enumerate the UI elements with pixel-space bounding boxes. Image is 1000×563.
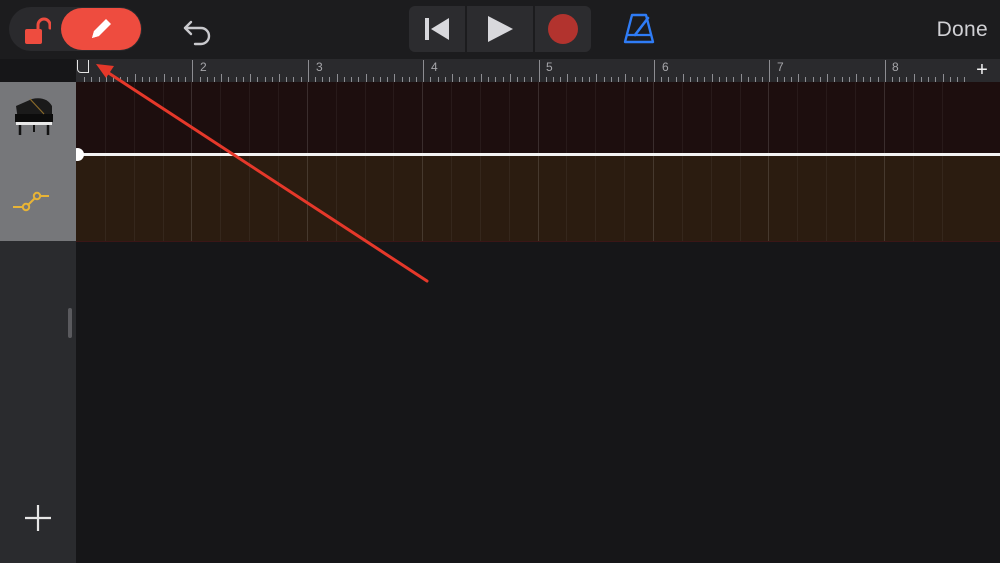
grid-line [883,82,885,241]
empty-tracks-area [76,242,1000,563]
bar-number: 4 [431,60,438,74]
playhead-handle[interactable] [77,60,89,73]
track-sidebar [0,82,76,563]
sidebar-resize-handle[interactable] [68,308,72,338]
automation-line[interactable] [76,153,1000,156]
add-track-button[interactable] [22,502,54,534]
grid-line [941,82,943,241]
grid-line [681,82,683,241]
ruler-tick [654,60,655,82]
undo-icon[interactable] [181,13,215,47]
ruler-tick [250,74,252,82]
transport-controls [409,6,591,52]
grand-piano-icon [12,96,56,136]
ruler-tick [365,74,367,82]
ruler-tick [336,74,338,82]
ruler-tick [827,74,829,82]
ruler-tick [509,74,511,82]
grid-line [104,82,106,241]
edit-mode-group [9,7,142,51]
automation-edit-button[interactable] [61,8,141,50]
grid-line [393,82,395,241]
grid-line [451,82,453,241]
pencil-icon [92,19,111,38]
grid-line [162,82,164,241]
bar-number: 5 [546,60,553,74]
track-lane-piano[interactable] [76,82,1000,241]
grid-line [306,82,308,241]
automation-curve-icon[interactable] [13,189,49,213]
add-section-button[interactable]: + [972,59,992,81]
grid-line [249,82,251,241]
grid-line [508,82,510,241]
grid-line [220,82,222,241]
grid-line [364,82,366,241]
bar-number: 2 [200,60,207,74]
bar-number: 7 [777,60,784,74]
bar-number: 6 [662,60,669,74]
ruler-tick [538,60,540,82]
ruler-tick [769,60,771,82]
timeline-ruler[interactable]: 2 3 4 5 6 7 8 + [76,59,1000,82]
grid-line [854,82,856,241]
ruler-tick [711,74,713,82]
grid-line [826,82,828,241]
play-icon [488,16,513,42]
ruler-tick [798,74,800,82]
grid-line [422,82,424,241]
grid-line [335,82,337,241]
done-button[interactable]: Done [937,18,988,42]
play-button[interactable] [467,6,533,52]
metronome-icon[interactable] [622,12,656,46]
ruler-tick [394,74,396,82]
ruler-tick [740,74,742,82]
grid-line [479,82,481,241]
ruler-tick [221,74,223,82]
grid-line [191,82,193,241]
grid-line [277,82,279,241]
plus-icon [25,505,51,531]
ruler-tick [192,60,194,82]
record-icon [548,14,578,44]
rewind-to-start-icon [425,18,449,40]
grid-line [624,82,626,241]
grid-line [595,82,597,241]
go-to-beginning-button[interactable] [409,6,465,52]
bar-number: 3 [316,60,323,74]
ruler-tick [423,60,425,82]
top-toolbar: Done [0,0,1000,59]
ruler-tick [134,74,136,82]
grid-line [710,82,712,241]
ruler-tick [625,74,627,82]
unlocked-padlock-icon[interactable] [25,17,52,47]
record-button[interactable] [535,6,591,52]
ruler-tick [567,74,569,82]
grid-line [537,82,539,241]
grid-line [133,82,135,241]
grid-line [739,82,741,241]
ruler-tick [942,74,944,82]
ruler-tick [855,74,857,82]
ruler-tick [596,74,598,82]
grid-line [768,82,770,241]
grid-line [566,82,568,241]
grid-line [912,82,914,241]
ruler-tick [307,60,309,82]
ruler-tick [480,74,482,82]
ruler-tick [913,74,915,82]
ruler-tick [682,74,684,82]
grid-line [653,82,654,241]
ruler-tick [163,74,165,82]
ruler-tick [105,74,107,82]
ruler-tick [452,74,454,82]
track-header-piano[interactable] [0,82,76,241]
bar-number: 8 [892,60,899,74]
ruler-tick [278,74,280,82]
grid-line [797,82,799,241]
ruler-tick [884,60,886,82]
